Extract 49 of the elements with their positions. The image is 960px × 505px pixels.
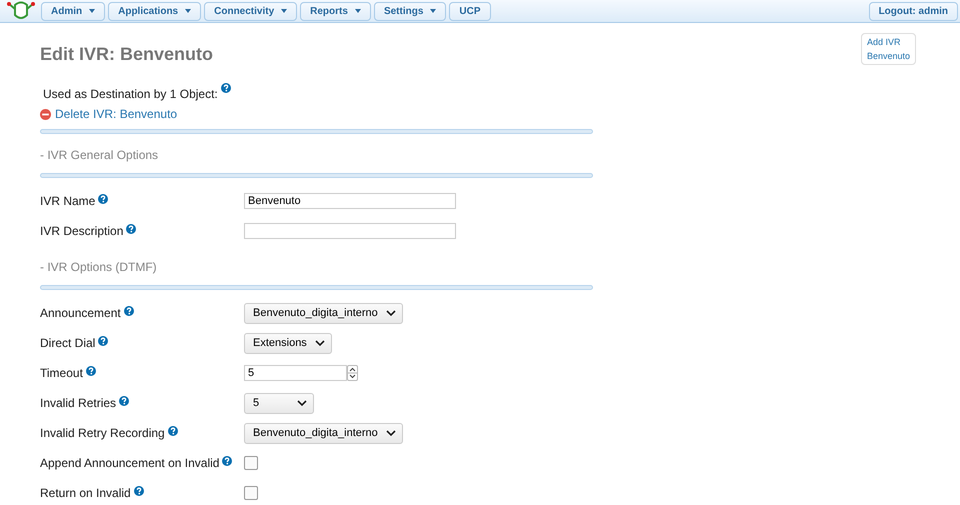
help-icon[interactable] (168, 426, 178, 436)
dropdown-select[interactable]: Benvenuto_digita_interno (244, 422, 403, 444)
field-label: Invalid Retry Recording (40, 426, 165, 440)
field-label: Invalid Retries (40, 396, 116, 410)
checkbox[interactable] (244, 486, 258, 500)
page-title: Edit IVR: Benvenuto (40, 44, 214, 65)
nav-menu-button[interactable]: Connectivity (204, 2, 298, 20)
chevron-icon (297, 400, 307, 406)
help-icon[interactable] (220, 83, 231, 93)
section-heading: - IVR Options (DTMF) (40, 260, 158, 274)
field-label: Append Announcement on Invalid (40, 456, 220, 470)
nav-menu-button[interactable]: UCP (449, 2, 491, 20)
usage-text: Used as Destination by 1 Object: (43, 87, 218, 101)
section-heading: - IVR General Options (40, 148, 160, 162)
dropdown-select[interactable]: Benvenuto_digita_interno (244, 302, 403, 324)
text-field[interactable]: Benvenuto (244, 193, 456, 209)
nav-menu-button[interactable]: Settings (374, 2, 446, 20)
chevron-icon (386, 310, 396, 316)
field-label: Direct Dial (40, 336, 96, 350)
help-icon[interactable] (124, 306, 134, 316)
number-field[interactable]: 5 (244, 365, 347, 381)
help-icon[interactable] (134, 486, 144, 496)
field-label: IVR Description (40, 224, 124, 238)
help-icon[interactable] (98, 194, 108, 204)
nav-menu-button[interactable]: Applications (108, 2, 202, 20)
field-label: Announcement (40, 306, 121, 320)
dropdown-select[interactable]: 5 (244, 392, 314, 414)
logout-button[interactable]: Logout: admin (868, 2, 958, 20)
chevron-icon (314, 340, 325, 346)
frog-logo-icon[interactable] (6, 1, 36, 21)
delete-icon (40, 108, 51, 120)
dropdown-select[interactable]: Extensions (244, 332, 332, 354)
help-icon[interactable] (222, 456, 232, 466)
help-icon[interactable] (86, 366, 96, 376)
field-label: Return on Invalid (40, 486, 131, 500)
text-field[interactable] (244, 223, 456, 239)
side-menu-link[interactable]: Benvenuto (866, 51, 910, 61)
field-label: IVR Name (40, 194, 96, 208)
spinner-control[interactable] (347, 365, 358, 381)
checkbox[interactable] (244, 456, 258, 470)
nav-menu-button[interactable]: Admin (41, 2, 106, 20)
help-icon[interactable] (119, 396, 130, 406)
side-menu-link[interactable]: Add IVR (866, 37, 910, 47)
nav-menu-button[interactable]: Reports (300, 2, 371, 20)
chevron-icon (386, 430, 396, 436)
field-label: Timeout (40, 366, 83, 380)
help-icon[interactable] (126, 224, 136, 234)
delete-link[interactable]: Delete IVR: Benvenuto (40, 107, 593, 121)
help-icon[interactable] (98, 336, 108, 346)
